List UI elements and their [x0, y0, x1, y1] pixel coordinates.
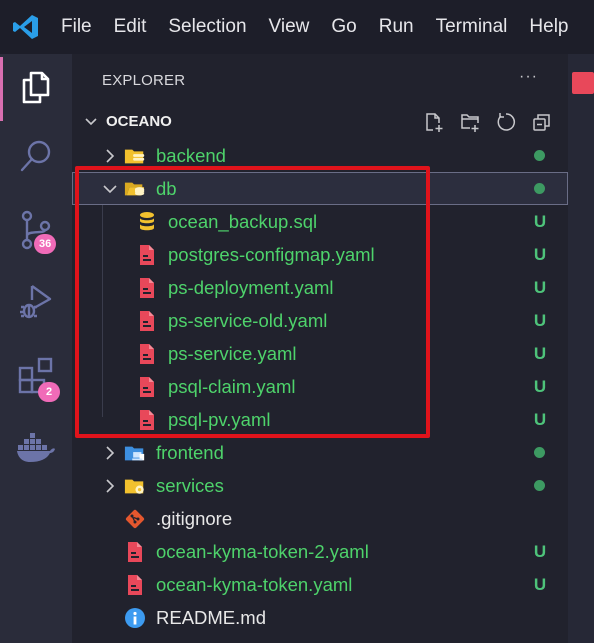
tree-item-label: ps-service.yaml: [168, 342, 297, 364]
database-file-icon: [136, 211, 158, 233]
workspace-section-header[interactable]: OCEANO: [72, 106, 568, 136]
tree-item-label: ocean-kyma-token.yaml: [156, 573, 353, 595]
tree-item-label: .gitignore: [156, 507, 233, 529]
git-status-untracked: U: [533, 310, 547, 330]
tree-item-label: backend: [156, 144, 226, 166]
chevron-down-icon[interactable]: [102, 181, 118, 197]
yaml-file-icon: [136, 343, 158, 365]
yaml-file-icon: [136, 244, 158, 266]
tree-file[interactable]: ocean_backup.sql U: [72, 205, 568, 238]
git-status-untracked: U: [533, 574, 547, 594]
more-actions-button[interactable]: ···: [519, 68, 538, 86]
workspace-name: OCEANO: [106, 112, 172, 130]
tree-file[interactable]: ps-service-old.yaml U: [72, 304, 568, 337]
collapse-all-button[interactable]: [530, 110, 554, 134]
git-status-untracked: U: [533, 211, 547, 231]
menu-selection[interactable]: Selection: [157, 0, 257, 54]
menu-go[interactable]: Go: [320, 0, 367, 54]
vscode-logo-icon: [12, 13, 40, 41]
git-status-untracked: U: [533, 409, 547, 429]
file-tree: backend db ocean_backup.sql Upostgres-confi…: [72, 139, 568, 634]
menu-bar: File Edit Selection View Go Run Terminal…: [0, 0, 594, 54]
git-modified-dot: [534, 480, 545, 491]
yaml-file-icon: [124, 574, 146, 596]
tree-file[interactable]: README.md: [72, 601, 568, 634]
files-icon: [18, 69, 54, 110]
git-modified-dot: [534, 183, 545, 194]
git-status-untracked: U: [533, 376, 547, 396]
menu-edit[interactable]: Edit: [103, 0, 158, 54]
tree-item-label: ocean_backup.sql: [168, 210, 318, 232]
tree-file[interactable]: psql-claim.yaml U: [72, 370, 568, 403]
menu-file[interactable]: File: [50, 0, 103, 54]
git-status-untracked: U: [533, 541, 547, 561]
folder-config-icon: [124, 475, 146, 497]
menu-help[interactable]: Help: [518, 0, 579, 54]
menu-run[interactable]: Run: [368, 0, 425, 54]
docker-icon: [16, 431, 56, 468]
tree-item-label: README.md: [156, 606, 266, 628]
folder-client-icon: [124, 442, 146, 464]
git-modified-dot: [534, 447, 545, 458]
tree-item-label: psql-claim.yaml: [168, 375, 296, 397]
tree-file[interactable]: ocean-kyma-token-2.yaml U: [72, 535, 568, 568]
tree-file[interactable]: .gitignore: [72, 502, 568, 535]
editor-tab-yaml-icon[interactable]: [572, 72, 594, 94]
tree-file[interactable]: ps-service.yaml U: [72, 337, 568, 370]
run-debug-icon: [16, 282, 56, 327]
yaml-file-icon: [136, 409, 158, 431]
yaml-file-icon: [124, 541, 146, 563]
tree-file[interactable]: ocean-kyma-token.yaml U: [72, 568, 568, 601]
chevron-right-icon[interactable]: [102, 445, 118, 461]
tree-item-label: ocean-kyma-token-2.yaml: [156, 540, 369, 562]
menu-view[interactable]: View: [258, 0, 321, 54]
chevron-right-icon[interactable]: [102, 148, 118, 164]
activity-bar: 36 2: [0, 54, 72, 643]
new-folder-button[interactable]: [458, 110, 482, 134]
yaml-file-icon: [136, 277, 158, 299]
activity-extensions[interactable]: 2: [0, 346, 72, 410]
menu-terminal[interactable]: Terminal: [425, 0, 519, 54]
extensions-badge: 2: [38, 382, 60, 402]
search-icon: [18, 138, 54, 179]
info-file-icon: [124, 607, 146, 629]
tree-item-label: services: [156, 474, 224, 496]
chevron-down-icon: [84, 113, 100, 129]
activity-source-control[interactable]: 36: [0, 200, 72, 264]
activity-run-debug[interactable]: [0, 272, 72, 336]
activity-search[interactable]: [0, 126, 72, 190]
tree-folder-db[interactable]: db: [72, 172, 568, 205]
chevron-right-icon[interactable]: [102, 478, 118, 494]
folder-open-database-icon: [124, 178, 146, 200]
tree-item-label: ps-service-old.yaml: [168, 309, 328, 331]
tree-folder-backend[interactable]: backend: [72, 139, 568, 172]
git-status-untracked: U: [533, 277, 547, 297]
tree-item-label: psql-pv.yaml: [168, 408, 271, 430]
tree-item-label: frontend: [156, 441, 224, 463]
git-modified-dot: [534, 150, 545, 161]
new-file-button[interactable]: [422, 110, 446, 134]
editor-area-edge: [568, 54, 594, 643]
tree-item-label: ps-deployment.yaml: [168, 276, 334, 298]
explorer-title: EXPLORER: [102, 71, 186, 89]
explorer-sidebar: EXPLORER ··· OCEANO backend db ocean_backu…: [72, 54, 568, 643]
tree-file[interactable]: postgres-configmap.yaml U: [72, 238, 568, 271]
refresh-button[interactable]: [494, 110, 518, 134]
git-status-untracked: U: [533, 343, 547, 363]
folder-database-icon: [124, 145, 146, 167]
yaml-file-icon: [136, 310, 158, 332]
git-status-untracked: U: [533, 244, 547, 264]
source-control-badge: 36: [34, 234, 57, 254]
activity-explorer[interactable]: [0, 57, 72, 121]
tree-folder-services[interactable]: services: [72, 469, 568, 502]
tree-file[interactable]: ps-deployment.yaml U: [72, 271, 568, 304]
yaml-file-icon: [136, 376, 158, 398]
activity-docker[interactable]: [0, 417, 72, 481]
tree-file[interactable]: psql-pv.yaml U: [72, 403, 568, 436]
tree-folder-frontend[interactable]: frontend: [72, 436, 568, 469]
tree-item-label: postgres-configmap.yaml: [168, 243, 375, 265]
git-file-icon: [124, 508, 146, 530]
tree-item-label: db: [156, 177, 177, 199]
